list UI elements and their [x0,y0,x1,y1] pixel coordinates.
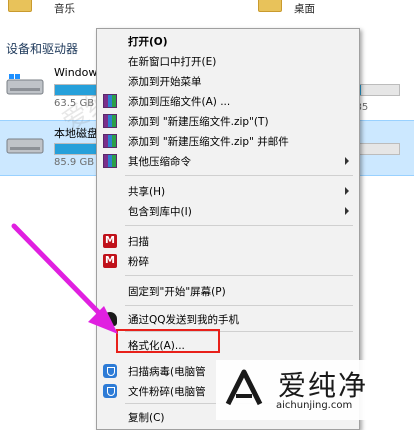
menu-label: 在新窗口中打开(E) [128,56,217,68]
menu-label: 共享(H) [128,186,166,198]
menu-label: 包含到库中(I) [128,206,192,218]
local-disk-icon [6,138,44,154]
mcafee-icon: M [103,234,117,248]
menu-label: 扫描 [128,236,149,248]
menu-item-zip-and-email[interactable]: 添加到 "新建压缩文件.zip" 并邮件 [97,131,359,151]
music-folder-icon[interactable] [8,0,32,12]
menu-label: 其他压缩命令 [128,156,191,168]
menu-label: 固定到"开始"屏幕(P) [128,286,226,298]
menu-item-scan[interactable]: M 扫描 [97,231,359,251]
submenu-arrow-icon [345,187,349,195]
watermark-url: aichunjing.com [276,400,353,411]
submenu-arrow-icon [345,207,349,215]
winrar-icon [103,94,117,108]
menu-item-share[interactable]: 共享(H) [97,181,359,201]
menu-label: 粉碎 [128,256,149,268]
menu-separator [125,175,353,176]
menu-item-open-new-window[interactable]: 在新窗口中打开(E) [97,51,359,71]
watermark-logo-icon [225,369,263,406]
menu-item-open[interactable]: 打开(O) [97,31,359,51]
menu-item-add-to-start[interactable]: 添加到开始菜单 [97,71,359,91]
folder-row: 音乐 桌面 [0,0,414,18]
menu-separator [125,275,353,276]
winrar-icon [103,114,117,128]
menu-label: 复制(C) [128,412,165,424]
menu-label: 通过QQ发送到我的手机 [128,314,240,326]
menu-item-add-to-archive[interactable]: 添加到压缩文件(A) ... [97,91,359,111]
mcafee-icon: M [103,254,117,268]
menu-label: 添加到 "新建压缩文件.zip"(T) [128,116,269,128]
winrar-icon [103,134,117,148]
menu-separator [125,225,353,226]
menu-item-other-compress[interactable]: 其他压缩命令 [97,151,359,171]
menu-label: 扫描病毒(电脑管 [128,366,206,378]
menu-item-shred[interactable]: M 粉碎 [97,251,359,271]
menu-label: 添加到 "新建压缩文件.zip" 并邮件 [128,136,289,148]
drive-size: 85.9 GB [54,157,95,168]
section-header[interactable]: 设备和驱动器 [6,40,78,57]
menu-item-pin-to-start[interactable]: 固定到"开始"屏幕(P) [97,281,359,301]
shield-icon [103,364,117,378]
winrar-icon [103,154,117,168]
windows-drive-icon [6,74,44,95]
submenu-arrow-icon [345,157,349,165]
menu-item-add-to-zip[interactable]: 添加到 "新建压缩文件.zip"(T) [97,111,359,131]
desktop-folder-icon[interactable] [258,0,282,12]
folder-label-music[interactable]: 音乐 [54,1,75,16]
menu-separator [125,305,353,306]
folder-label-desktop[interactable]: 桌面 [294,1,315,16]
menu-label: 添加到开始菜单 [128,76,202,88]
format-highlight-box [116,329,220,353]
watermark-brand: 爱纯净 [278,369,369,402]
site-watermark: 爱纯净 aichunjing.com [216,360,414,420]
menu-item-include-in-library[interactable]: 包含到库中(I) [97,201,359,221]
menu-label: 打开(O) [128,36,168,48]
shield-icon [103,384,117,398]
qq-icon [103,312,117,326]
menu-item-send-via-qq[interactable]: 通过QQ发送到我的手机 [97,309,359,329]
menu-label: 文件粉碎(电脑管 [128,386,206,398]
menu-label: 添加到压缩文件(A) ... [128,96,231,108]
